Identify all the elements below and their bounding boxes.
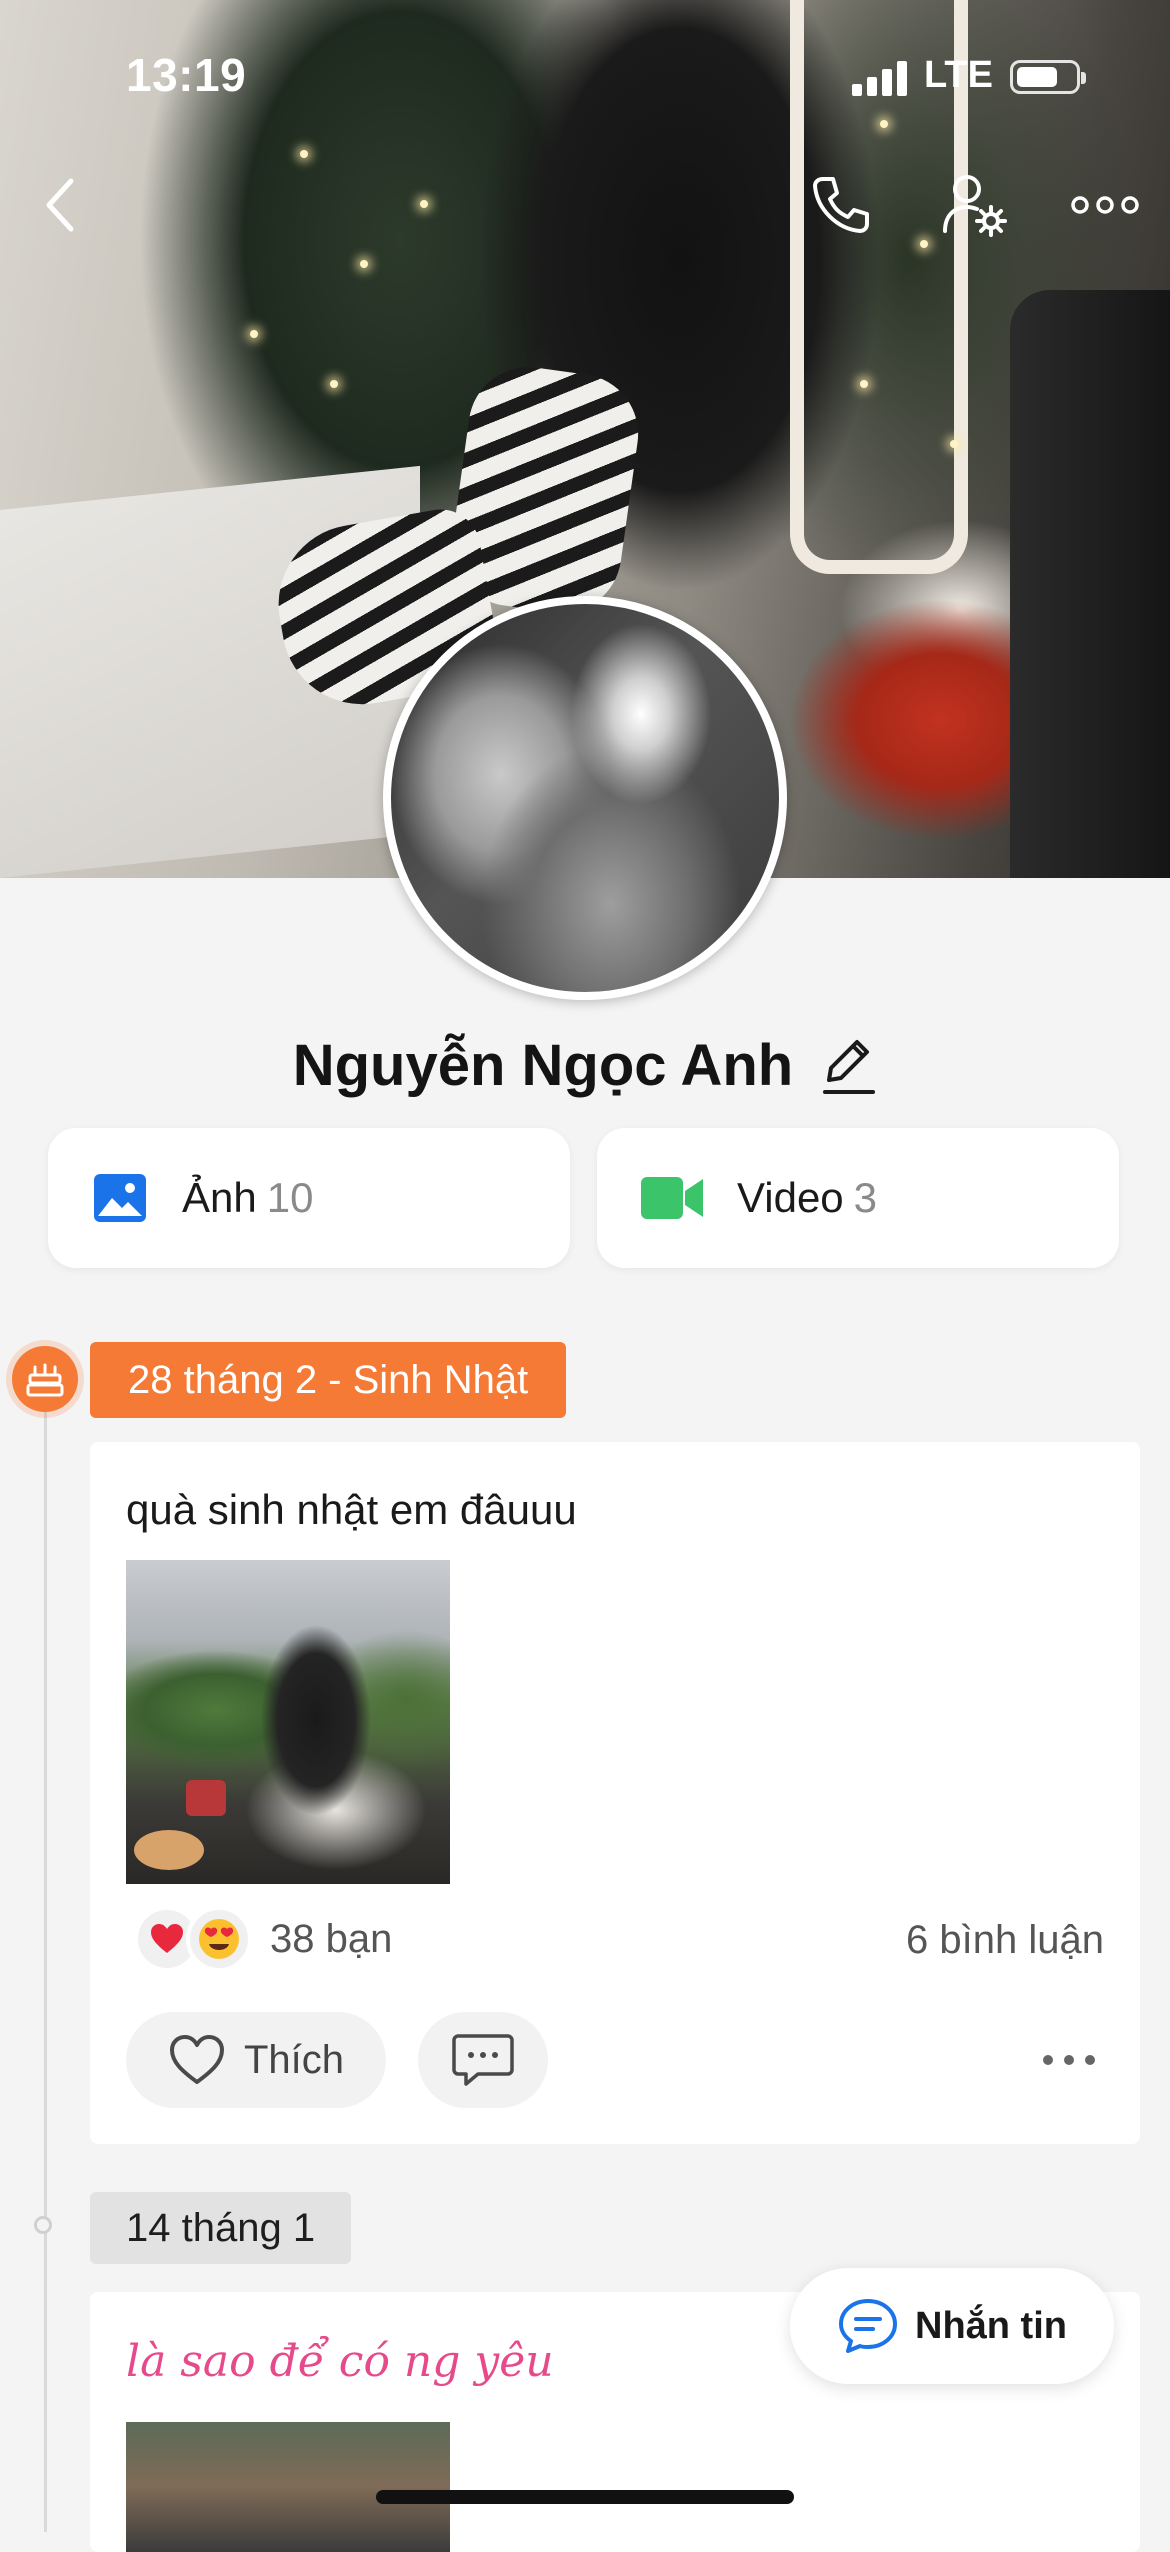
video-camera-icon [641,1177,703,1219]
date-marker [34,2216,52,2234]
ellipsis-icon [1071,196,1139,214]
photos-count: 10 [266,1174,314,1221]
profile-settings-button[interactable] [940,170,1010,240]
cover-decor-light [300,150,308,158]
battery-icon [1010,60,1086,94]
cover-decor-sofa [1010,290,1170,878]
birthday-date-tag: 28 tháng 2 - Sinh Nhật [90,1342,567,1418]
photo-decor [134,1830,204,1870]
send-message-label: Nhắn tin [915,2304,1067,2347]
photo-decor [186,1780,226,1816]
phone-icon [813,177,869,233]
comment-count[interactable]: 6 bình luận [906,1918,1104,1963]
profile-avatar[interactable] [383,596,787,1000]
heart-outline-icon [169,2035,224,2084]
cake-icon [26,1363,64,1397]
birthday-marker [12,1346,78,1412]
back-button[interactable] [26,170,96,240]
status-time: 13:19 [126,49,247,101]
user-gear-icon [943,175,1007,237]
cover-decor-light [330,380,338,388]
cover-decor-light [950,440,958,448]
post-more-button[interactable] [1034,2032,1104,2088]
post-text: là sao để có ng yêu [126,2336,554,2387]
home-indicator[interactable] [376,2490,794,2504]
heart-eyes-reaction-icon [186,1906,252,1972]
call-button[interactable] [806,170,876,240]
send-message-button[interactable]: Nhắn tin [790,2268,1114,2384]
photos-button[interactable]: Ảnh 10 [48,1128,570,1268]
profile-name-row: Nguyễn Ngọc Anh [0,1020,1170,1110]
timeline-post[interactable]: quà sinh nhật em đâuuu 38 bạn 6 bình luậ… [90,1442,1140,2144]
videos-label: Video [737,1174,844,1221]
pencil-icon[interactable] [821,1034,877,1096]
post-photo[interactable] [126,1560,450,1884]
chat-bubble-icon [839,2299,897,2353]
cover-decor-light [250,330,258,338]
more-options-button[interactable] [1070,170,1140,240]
reaction-count: 38 bạn [270,1916,393,1961]
reaction-summary[interactable]: 38 bạn [134,1904,392,1974]
post-date-tag: 14 tháng 1 [90,2192,352,2264]
ellipsis-icon [1043,2055,1095,2065]
profile-name: Nguyễn Ngọc Anh [292,1032,794,1098]
cover-decor-light [360,260,368,268]
post-text: quà sinh nhật em đâuuu [126,1486,577,1533]
videos-button[interactable]: Video 3 [597,1128,1119,1268]
chat-bubble-icon [452,2034,514,2086]
timeline-line [44,1400,47,2532]
image-icon [94,1174,146,1222]
post-photo[interactable] [126,2422,450,2552]
cover-decor-light [420,200,428,208]
like-button[interactable]: Thích [126,2012,386,2108]
cover-decor-light [920,240,928,248]
comment-button[interactable] [418,2012,548,2108]
cover-decor-light [860,380,868,388]
signal-icon [852,60,912,96]
status-bar: 13:19 LTE [0,0,1170,150]
network-type: LTE [924,54,993,96]
chevron-left-icon [46,178,74,232]
like-label: Thích [243,2037,345,2082]
videos-count: 3 [853,1174,878,1221]
photos-label: Ảnh [182,1174,257,1221]
